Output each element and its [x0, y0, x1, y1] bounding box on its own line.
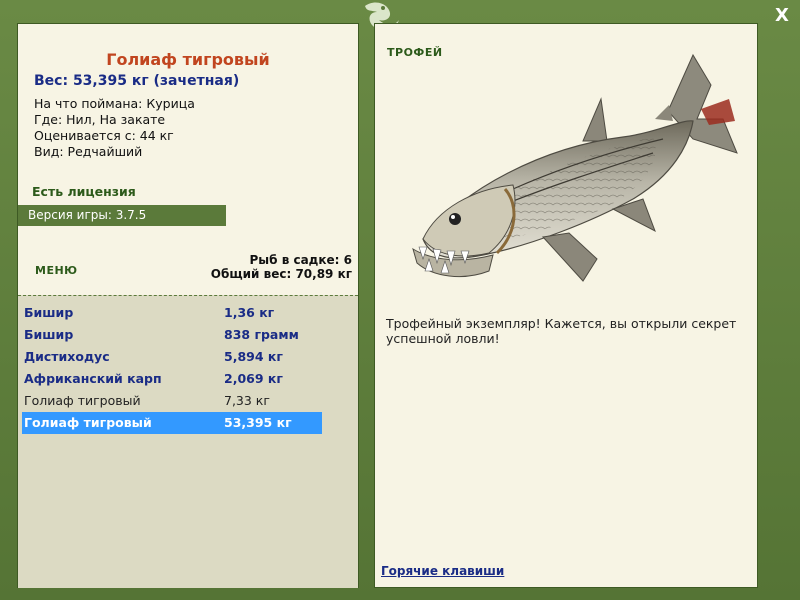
catch-info-panel: Голиаф тигровый Вес: 53,395 кг (зачетная… — [17, 23, 359, 588]
list-item[interactable]: Голиаф тигровый 7,33 кг — [22, 390, 322, 412]
version-bar: Версия игры: 3.7.5 — [18, 205, 226, 226]
keepnet-count: Рыб в садке: 6 — [249, 253, 353, 267]
fish-weight-value: 53,395 кг — [224, 415, 292, 430]
fish-name: Голиаф тигровый — [24, 393, 141, 408]
location-info: Где: Нил, На закате — [34, 112, 166, 127]
list-item[interactable]: Бишир 838 грамм — [22, 324, 322, 346]
license-status: Есть лицензия — [32, 184, 136, 199]
list-item[interactable]: Дистиходус 5,894 кг — [22, 346, 322, 368]
bait-info: На что поймана: Курица — [34, 96, 195, 111]
fish-name: Африканский карп — [24, 371, 162, 386]
list-item[interactable]: Бишир 1,36 кг — [22, 302, 322, 324]
keepnet-total: Общий вес: 70,89 кг — [210, 267, 352, 281]
menu-button[interactable]: МЕНЮ — [35, 264, 78, 277]
fish-name: Бишир — [24, 305, 74, 320]
fish-weight-value: 7,33 кг — [224, 393, 270, 408]
rarity-info: Вид: Редчайший — [34, 144, 143, 159]
fish-weight-value: 838 грамм — [224, 327, 299, 342]
fish-name: Дистиходус — [24, 349, 110, 364]
close-icon[interactable]: X — [772, 6, 792, 26]
hotkeys-link[interactable]: Горячие клавиши — [381, 564, 504, 578]
tiger-fish-image — [412, 53, 738, 282]
fish-weight-value: 2,069 кг — [224, 371, 283, 386]
fish-weight: Вес: 53,395 кг (зачетная) — [34, 73, 240, 89]
fish-name: Бишир — [24, 327, 74, 342]
value-info: Оценивается с: 44 кг — [34, 128, 174, 143]
fish-title: Голиаф тигровый — [106, 50, 270, 69]
trophy-panel: ТРОФЕЙ Трофейный экземпляр! Кажется, вы … — [374, 23, 758, 588]
fish-weight-value: 5,894 кг — [224, 349, 283, 364]
fish-weight-value: 1,36 кг — [224, 305, 275, 320]
list-item-selected[interactable]: Голиаф тигровый 53,395 кг — [22, 412, 322, 434]
catch-list: Бишир 1,36 кг Бишир 838 грамм Дистиходус… — [18, 295, 358, 588]
fish-name: Голиаф тигровый — [24, 415, 152, 430]
list-item[interactable]: Африканский карп 2,069 кг — [22, 368, 322, 390]
trophy-description: Трофейный экземпляр! Кажется, вы открыли… — [386, 316, 737, 346]
